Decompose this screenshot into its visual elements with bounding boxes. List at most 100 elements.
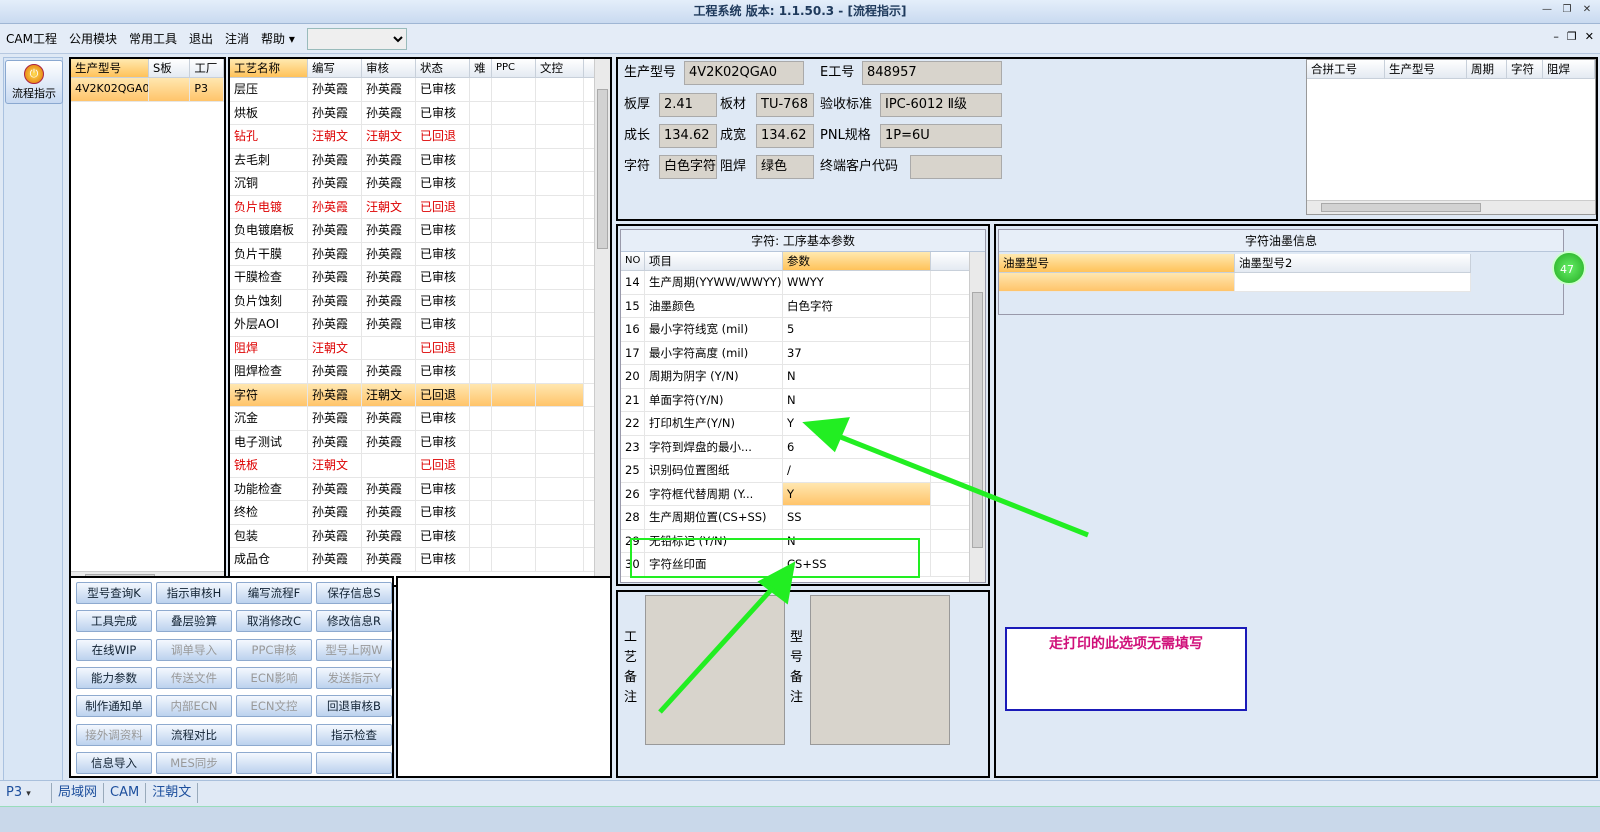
factory-combo[interactable]: P3 ▾ <box>0 782 52 803</box>
notification-badge[interactable]: 47 <box>1552 251 1586 285</box>
ink-row[interactable] <box>999 273 1471 292</box>
mdi-close-icon[interactable]: ✕ <box>1585 30 1594 43</box>
param-row[interactable]: 17 最小字符高度 (mil) 37 <box>621 341 985 365</box>
process-row[interactable]: 包装 孙英霞 孙英霞 已审核 <box>230 524 610 548</box>
action-button[interactable]: 编写流程F <box>236 582 312 604</box>
col-item[interactable]: 项目 <box>645 252 783 270</box>
col-merge-mask[interactable]: 阻焊 <box>1543 60 1595 78</box>
menu-tools[interactable]: 常用工具 <box>123 30 183 47</box>
process-row[interactable]: 负片电镀 孙英霞 汪朝文 已回退 <box>230 195 610 219</box>
process-note-input[interactable] <box>645 595 785 745</box>
col-writer[interactable]: 编写 <box>308 59 362 77</box>
col-model[interactable]: 生产型号 <box>71 59 149 77</box>
process-row[interactable]: 沉金 孙英霞 孙英霞 已审核 <box>230 407 610 431</box>
process-row[interactable]: 沉铜 孙英霞 孙英霞 已审核 <box>230 172 610 196</box>
model-row[interactable]: 4V2K02QGA0 P3 <box>71 78 224 102</box>
menu-cam[interactable]: CAM工程 <box>0 30 63 47</box>
close-icon[interactable]: ✕ <box>1580 3 1594 17</box>
param-row[interactable]: 15 油墨颜色 白色字符 <box>621 294 985 318</box>
param-row[interactable]: 20 周期为阴字 (Y/N) N <box>621 365 985 389</box>
params-vscroll-thumb[interactable] <box>972 292 983 548</box>
process-row[interactable]: 阻焊 汪朝文 已回退 <box>230 336 610 360</box>
param-row[interactable]: 22 打印机生产(Y/N) Y <box>621 412 985 436</box>
action-button[interactable]: 型号上网W <box>316 638 392 661</box>
param-row[interactable]: 25 识别码位置图纸 / <box>621 459 985 483</box>
toolbar-combo[interactable] <box>306 27 407 50</box>
param-row[interactable]: 28 生产周期位置(CS+SS) SS <box>621 506 985 530</box>
action-button[interactable]: 流程对比 <box>156 723 232 746</box>
action-button[interactable]: 传送文件 <box>156 666 232 689</box>
param-row[interactable]: 23 字符到焊盘的最小... 6 <box>621 435 985 459</box>
col-merge-no[interactable]: 合拼工号 <box>1307 60 1385 78</box>
action-button[interactable]: 接外调资料 <box>76 723 152 746</box>
menu-help[interactable]: 帮助 ▾ <box>255 30 301 47</box>
process-row[interactable]: 电子测试 孙英霞 孙英霞 已审核 <box>230 430 610 454</box>
col-ink[interactable]: 油墨型号 <box>999 254 1235 272</box>
col-reviewer[interactable]: 审核 <box>362 59 416 77</box>
action-button[interactable]: 叠层验算 <box>156 610 232 633</box>
action-button[interactable]: 指示审核H <box>156 582 232 604</box>
action-button[interactable]: 工具完成 <box>76 610 152 633</box>
col-doc[interactable]: 文控 <box>536 59 584 77</box>
process-row[interactable]: 功能检查 孙英霞 孙英霞 已审核 <box>230 477 610 501</box>
col-factory[interactable]: 工厂 <box>190 59 224 77</box>
process-vscroll[interactable] <box>594 59 610 585</box>
process-row[interactable]: 烘板 孙英霞 孙英霞 已审核 <box>230 101 610 125</box>
col-no[interactable]: NO <box>621 252 645 270</box>
process-row[interactable]: 阻焊检查 孙英霞 孙英霞 已审核 <box>230 360 610 384</box>
col-merge-char[interactable]: 字符 <box>1507 60 1543 78</box>
action-button[interactable]: 型号查询K <box>76 582 152 604</box>
process-row[interactable]: 负片蚀刻 孙英霞 孙英霞 已审核 <box>230 289 610 313</box>
action-button[interactable]: 内部ECN <box>156 695 232 718</box>
action-button[interactable] <box>236 751 312 774</box>
process-row[interactable]: 终检 孙英霞 孙英霞 已审核 <box>230 501 610 525</box>
process-row[interactable]: 字符 孙英霞 汪朝文 已回退 <box>230 383 610 407</box>
merge-hscroll[interactable] <box>1307 200 1595 214</box>
action-button[interactable]: 发送指示Y <box>316 666 392 689</box>
mdi-restore-icon[interactable]: ❐ <box>1567 30 1577 43</box>
param-row[interactable]: 14 生产周期(YYWW/WWYY) WWYY <box>621 271 985 295</box>
action-button[interactable]: 在线WIP <box>76 638 152 661</box>
param-row[interactable]: 21 单面字符(Y/N) N <box>621 388 985 412</box>
action-button[interactable] <box>236 723 312 746</box>
col-param[interactable]: 参数 <box>783 252 931 270</box>
action-button[interactable]: 能力参数 <box>76 666 152 689</box>
process-row[interactable]: 成品仓 孙英霞 孙英霞 已审核 <box>230 548 610 572</box>
action-button[interactable]: ECN影响 <box>236 666 312 689</box>
params-vscroll[interactable] <box>969 252 985 582</box>
process-row[interactable]: 去毛刺 孙英霞 孙英霞 已审核 <box>230 148 610 172</box>
flow-button[interactable]: ⏻ 流程指示 <box>5 60 63 104</box>
param-row[interactable]: 26 字符框代替周期 (Y... Y <box>621 482 985 506</box>
action-button[interactable]: 取消修改C <box>236 610 312 633</box>
action-button[interactable]: 修改信息R <box>316 610 392 633</box>
col-process[interactable]: 工艺名称 <box>230 59 308 77</box>
col-merge-cycle[interactable]: 周期 <box>1467 60 1507 78</box>
menu-logout[interactable]: 注消 <box>219 30 255 47</box>
col-ink2[interactable]: 油墨型号2 <box>1235 254 1471 272</box>
action-button[interactable]: ECN文控 <box>236 695 312 718</box>
mdi-minimize-icon[interactable]: – <box>1553 30 1559 43</box>
process-row[interactable]: 负电镀磨板 孙英霞 孙英霞 已审核 <box>230 219 610 243</box>
minimize-icon[interactable]: — <box>1540 3 1554 17</box>
action-button[interactable]: 调单导入 <box>156 638 232 661</box>
merge-hscroll-thumb[interactable] <box>1321 203 1481 212</box>
action-button[interactable]: 回退审核B <box>316 695 392 718</box>
action-button[interactable]: PPC审核 <box>236 638 312 661</box>
process-row[interactable]: 负片干膜 孙英霞 孙英霞 已审核 <box>230 242 610 266</box>
process-row[interactable]: 干膜检查 孙英霞 孙英霞 已审核 <box>230 266 610 290</box>
action-button[interactable]: 指示检查 <box>316 723 392 746</box>
param-row[interactable]: 16 最小字符线宽 (mil) 5 <box>621 318 985 342</box>
col-merge-model[interactable]: 生产型号 <box>1385 60 1467 78</box>
menu-exit[interactable]: 退出 <box>183 30 219 47</box>
restore-icon[interactable]: ❐ <box>1560 3 1574 17</box>
action-button[interactable]: 信息导入 <box>76 751 152 774</box>
process-row[interactable]: 铣板 汪朝文 已回退 <box>230 454 610 478</box>
col-ppc[interactable]: PPC <box>492 59 536 77</box>
col-status[interactable]: 状态 <box>416 59 470 77</box>
process-vscroll-thumb[interactable] <box>597 89 608 249</box>
process-row[interactable]: 外层AOI 孙英霞 孙英霞 已审核 <box>230 313 610 337</box>
col-difficulty[interactable]: 难 <box>470 59 492 77</box>
process-row[interactable]: 层压 孙英霞 孙英霞 已审核 <box>230 78 610 102</box>
model-note-input[interactable] <box>810 595 950 745</box>
process-row[interactable]: 钻孔 汪朝文 汪朝文 已回退 <box>230 125 610 149</box>
